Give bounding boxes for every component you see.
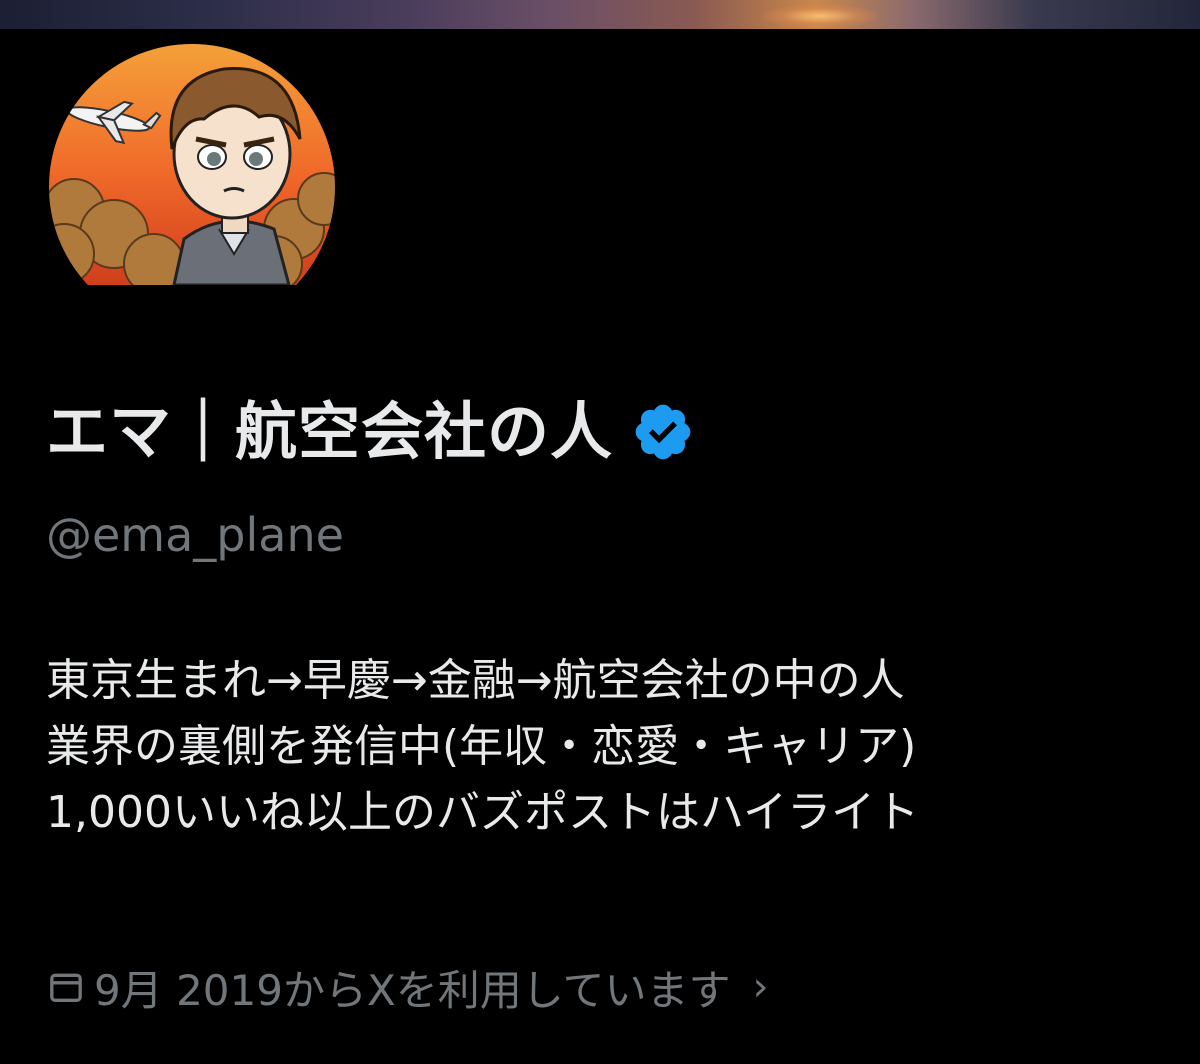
bio-line-1: 東京生まれ→早慶→金融→航空会社の中の人 (46, 655, 905, 706)
banner-sunset-glow (760, 4, 880, 28)
profile-bio: 東京生まれ→早慶→金融→航空会社の中の人 業界の裏側を発信中(年収・恋愛・キャリ… (46, 648, 1200, 846)
profile-avatar[interactable] (40, 35, 344, 285)
profile-page: エマ｜航空会社の人 @ema_plane 東京生まれ→早慶→金融→航空会社の中の… (0, 0, 1200, 1064)
profile-name-row: エマ｜航空会社の人 (46, 392, 695, 472)
calendar-icon (50, 973, 82, 1002)
bio-line-2: 業界の裏側を発信中(年収・恋愛・キャリア) (46, 721, 917, 772)
profile-handle: @ema_plane (46, 508, 344, 562)
avatar-image (47, 42, 337, 285)
display-name: エマ｜航空会社の人 (46, 395, 614, 468)
chevron-right-icon: › (752, 964, 769, 1010)
verified-badge-icon[interactable] (631, 400, 695, 464)
joined-date-row[interactable]: 9月 2019からXを利用しています › (46, 952, 768, 1022)
profile-banner[interactable] (0, 0, 1200, 32)
bio-line-3: 1,000いいね以上のバズポストはハイライト (46, 787, 920, 838)
joined-date-text: 9月 2019からXを利用しています (94, 965, 731, 1015)
